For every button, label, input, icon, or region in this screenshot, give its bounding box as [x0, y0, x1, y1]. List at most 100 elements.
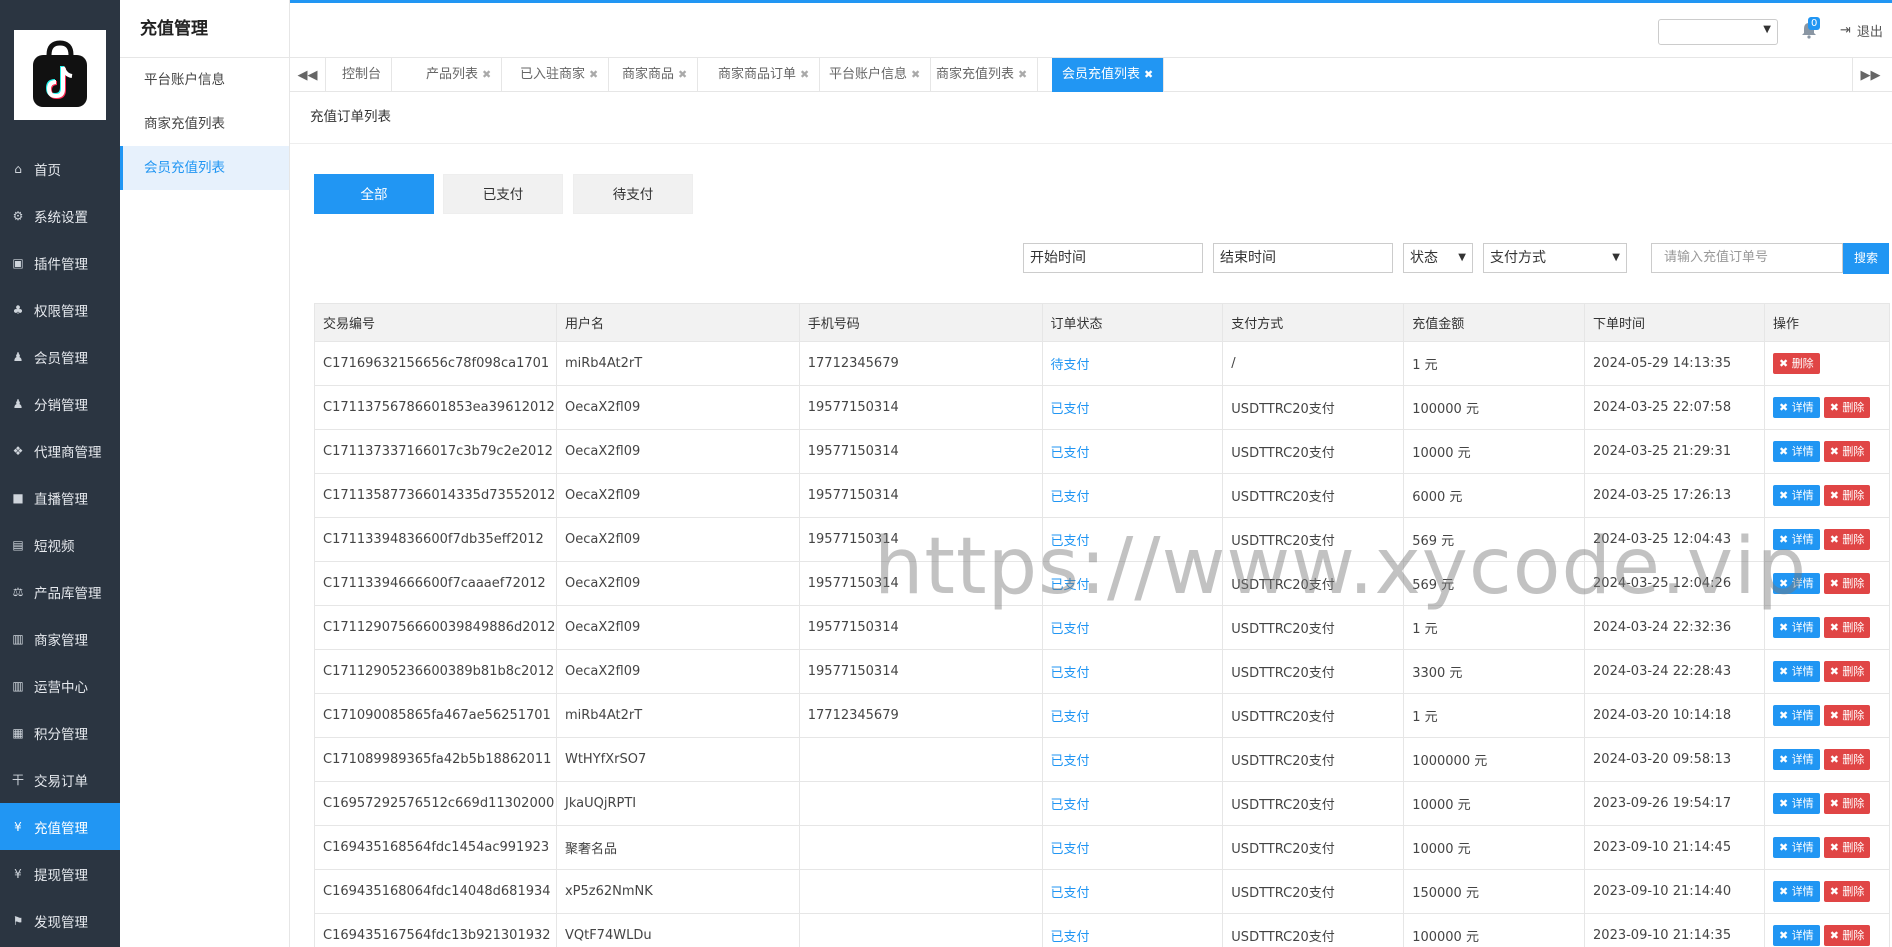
tab-3[interactable]: 商家商品 ✖: [612, 58, 699, 92]
tab-4[interactable]: 商家商品订单 ✖: [708, 58, 821, 92]
cell-status[interactable]: 已支付: [1041, 869, 1224, 914]
table-row: C171135877366014335d73552012 OecaX2fl09 19…: [314, 473, 1891, 518]
delete-button[interactable]: ✖ 删除: [1823, 661, 1871, 682]
cell-status[interactable]: 已支付: [1041, 429, 1224, 474]
detail-button[interactable]: ✖ 详情: [1772, 837, 1820, 858]
tab-5[interactable]: 平台账户信息 ✖: [819, 58, 932, 92]
nav-item-16[interactable]: ⚑ 发现管理: [0, 897, 120, 944]
cell-status[interactable]: 已支付: [1041, 693, 1224, 738]
delete-button[interactable]: ✖ 删除: [1823, 397, 1871, 418]
detail-button[interactable]: ✖ 详情: [1772, 485, 1820, 506]
nav-item-4[interactable]: ♟ 会员管理: [0, 333, 120, 380]
detail-button[interactable]: ✖ 详情: [1772, 617, 1820, 638]
tabs-scroll-left-icon[interactable]: ◀◀: [290, 58, 326, 92]
nav-item-5[interactable]: ♟ 分销管理: [0, 380, 120, 427]
nav-item-8[interactable]: ▤ 短视频: [0, 521, 120, 568]
cell-status[interactable]: 已支付: [1041, 649, 1224, 694]
detail-button[interactable]: ✖ 详情: [1772, 397, 1820, 418]
cell-status[interactable]: 已支付: [1041, 781, 1224, 826]
delete-button[interactable]: ✖ 删除: [1823, 793, 1871, 814]
close-icon[interactable]: ✖: [911, 68, 920, 81]
cell-status[interactable]: 已支付: [1041, 385, 1224, 430]
delete-button[interactable]: ✖ 删除: [1823, 837, 1871, 858]
subnav-item-member-recharge[interactable]: 会员充值列表: [120, 146, 289, 190]
order-number-input[interactable]: 请输入充值订单号: [1651, 243, 1843, 273]
delete-button[interactable]: ✖ 删除: [1823, 485, 1871, 506]
col-header-time: 下单时间: [1584, 303, 1765, 342]
detail-button[interactable]: ✖ 详情: [1772, 661, 1820, 682]
cell-status[interactable]: 待支付: [1041, 341, 1224, 386]
close-icon[interactable]: ✖: [589, 68, 598, 81]
nav-item-14[interactable]: ¥ 充值管理: [0, 803, 120, 850]
cell-method: USDTTRC20支付: [1222, 693, 1405, 738]
nav-item-1[interactable]: ⚙ 系统设置: [0, 192, 120, 239]
detail-button[interactable]: ✖ 详情: [1772, 529, 1820, 550]
cell-status[interactable]: 已支付: [1041, 825, 1224, 870]
close-icon[interactable]: ✖: [482, 68, 491, 81]
end-time-input[interactable]: 结束时间: [1213, 243, 1393, 273]
detail-button[interactable]: ✖ 详情: [1772, 881, 1820, 902]
delete-button[interactable]: ✖ 删除: [1823, 573, 1871, 594]
close-icon: ✖: [1778, 753, 1792, 766]
detail-button[interactable]: ✖ 详情: [1772, 705, 1820, 726]
delete-button[interactable]: ✖ 删除: [1823, 881, 1871, 902]
detail-button[interactable]: ✖ 详情: [1772, 749, 1820, 770]
nav-item-7[interactable]: ■ 直播管理: [0, 474, 120, 521]
top-dropdown[interactable]: ▼: [1658, 19, 1778, 45]
subnav-item-merchant-recharge[interactable]: 商家充值列表: [120, 102, 289, 146]
filter-all-button[interactable]: 全部: [314, 174, 434, 214]
cell-status[interactable]: 已支付: [1041, 605, 1224, 650]
detail-button[interactable]: ✖ 详情: [1772, 573, 1820, 594]
nav-item-2[interactable]: ▣ 插件管理: [0, 239, 120, 286]
tab-0[interactable]: 控制台: [326, 58, 393, 92]
cell-status[interactable]: 已支付: [1041, 913, 1224, 947]
detail-button[interactable]: ✖ 详情: [1772, 441, 1820, 462]
delete-label: 删除: [1842, 577, 1865, 590]
delete-button[interactable]: ✖ 删除: [1823, 705, 1871, 726]
nav-item-9[interactable]: ⚖ 产品库管理: [0, 568, 120, 615]
video-icon: ■: [12, 490, 24, 505]
tab-7[interactable]: 会员充值列表 ✖: [1052, 58, 1165, 92]
close-icon[interactable]: ✖: [1144, 68, 1153, 81]
close-icon[interactable]: ✖: [678, 68, 687, 81]
close-icon[interactable]: ✖: [1018, 68, 1027, 81]
start-time-input[interactable]: 开始时间: [1023, 243, 1203, 273]
cell-user: OecaX2fl09: [555, 429, 800, 474]
nav-item-10[interactable]: ▥ 商家管理: [0, 615, 120, 662]
tab-2[interactable]: 已入驻商家 ✖: [510, 58, 610, 92]
filter-pending-button[interactable]: 待支付: [573, 174, 693, 214]
detail-button[interactable]: ✖ 详情: [1772, 925, 1820, 946]
detail-button[interactable]: ✖ 详情: [1772, 793, 1820, 814]
close-icon: ✖: [1829, 929, 1843, 942]
nav-item-12[interactable]: ▦ 积分管理: [0, 709, 120, 756]
delete-button[interactable]: ✖ 删除: [1823, 441, 1871, 462]
search-button[interactable]: 搜索: [1843, 243, 1889, 274]
cell-status[interactable]: 已支付: [1041, 517, 1224, 562]
logout-button[interactable]: ⇥ 退出: [1840, 21, 1883, 40]
tab-6[interactable]: 商家充值列表 ✖: [926, 58, 1039, 92]
nav-item-label: 会员管理: [34, 350, 88, 367]
close-icon[interactable]: ✖: [800, 68, 809, 81]
nav-item-6[interactable]: ❖ 代理商管理: [0, 427, 120, 474]
col-header-amount: 充值金额: [1403, 303, 1586, 342]
subnav-item-platform-account[interactable]: 平台账户信息: [120, 58, 289, 102]
delete-button[interactable]: ✖ 删除: [1823, 529, 1871, 550]
nav-item-15[interactable]: ¥ 提现管理: [0, 850, 120, 897]
delete-button[interactable]: ✖ 删除: [1823, 749, 1871, 770]
delete-button[interactable]: ✖ 删除: [1823, 925, 1871, 946]
delete-button[interactable]: ✖ 删除: [1823, 617, 1871, 638]
delete-button[interactable]: ✖ 删除: [1772, 353, 1820, 374]
tab-1[interactable]: 产品列表 ✖: [416, 58, 503, 92]
pay-method-select[interactable]: 支付方式 ▼: [1483, 243, 1627, 273]
cell-status[interactable]: 已支付: [1041, 473, 1224, 518]
tabs-scroll-right-icon[interactable]: ▶▶: [1852, 58, 1888, 92]
nav-item-3[interactable]: ♣ 权限管理: [0, 286, 120, 333]
cell-amount: 10000 元: [1403, 781, 1586, 826]
nav-item-11[interactable]: ▥ 运营中心: [0, 662, 120, 709]
cell-status[interactable]: 已支付: [1041, 561, 1224, 606]
status-select[interactable]: 状态 ▼: [1403, 243, 1473, 273]
nav-item-0[interactable]: ⌂ 首页: [0, 145, 120, 192]
cell-status[interactable]: 已支付: [1041, 737, 1224, 782]
nav-item-13[interactable]: 干交易订单: [0, 756, 120, 803]
filter-paid-button[interactable]: 已支付: [443, 174, 563, 214]
